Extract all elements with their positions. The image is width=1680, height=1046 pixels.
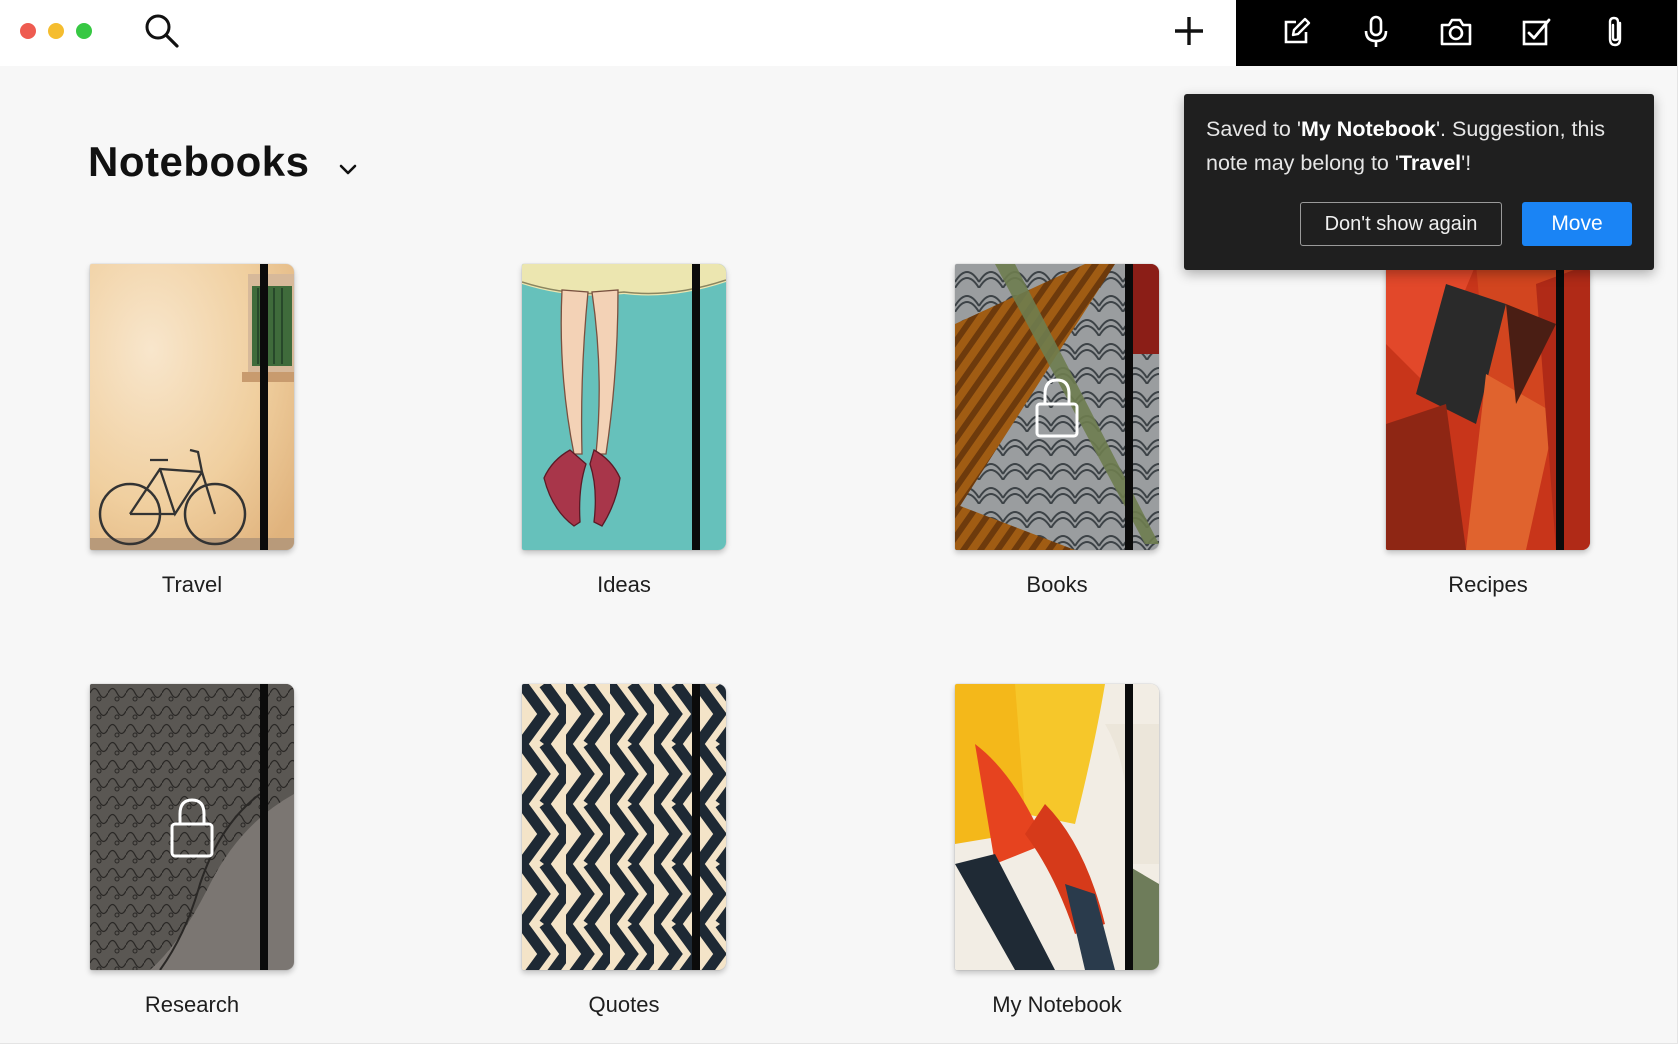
- checkbox-icon[interactable]: [1518, 14, 1554, 50]
- elastic-band: [1556, 264, 1564, 550]
- notebook-quotes[interactable]: Quotes: [522, 684, 822, 1024]
- notebook-cover[interactable]: [1386, 264, 1590, 550]
- notebook-cover[interactable]: [90, 684, 294, 970]
- elastic-band: [1125, 684, 1133, 970]
- notebook-label: Travel: [161, 572, 223, 597]
- notebook-label: Research: [144, 992, 240, 1017]
- elastic-band: [260, 684, 268, 970]
- notebook-label: Recipes: [1448, 572, 1528, 597]
- elastic-band: [260, 264, 268, 550]
- move-button[interactable]: Move: [1522, 202, 1632, 246]
- elastic-band: [692, 684, 700, 970]
- title-bar: [0, 0, 1677, 66]
- notebook-travel[interactable]: Travel: [90, 264, 390, 604]
- close-window-button[interactable]: [20, 23, 36, 39]
- toast-message: Saved to 'My Notebook'. Suggestion, this…: [1206, 117, 1605, 175]
- suggested-notebook-name: Travel: [1398, 151, 1462, 175]
- lock-icon: [1035, 378, 1079, 438]
- elastic-band: [692, 264, 700, 550]
- notebook-label: My Notebook: [992, 992, 1122, 1017]
- compose-icon[interactable]: [1278, 14, 1314, 50]
- saved-notebook-name: My Notebook: [1300, 117, 1436, 141]
- minimize-window-button[interactable]: [48, 23, 64, 39]
- zoom-window-button[interactable]: [76, 23, 92, 39]
- notebook-books[interactable]: Books: [955, 264, 1255, 604]
- notebook-my-notebook[interactable]: My Notebook: [955, 684, 1255, 1024]
- notebook-label: Quotes: [588, 992, 660, 1017]
- plus-icon[interactable]: [1170, 12, 1208, 50]
- dont-show-again-button[interactable]: Don't show again: [1300, 202, 1502, 246]
- notebook-research[interactable]: Research: [90, 684, 390, 1024]
- notebook-recipes[interactable]: Recipes: [1386, 264, 1677, 604]
- lock-icon: [170, 798, 214, 858]
- notebook-label: Books: [1026, 572, 1088, 597]
- chevron-down-icon[interactable]: [336, 157, 360, 181]
- notebook-cover[interactable]: [955, 684, 1159, 970]
- notebook-label: Ideas: [597, 572, 651, 597]
- app-window: Notebooks Travel Ideas Books Recipes Res…: [0, 0, 1678, 1044]
- camera-icon[interactable]: [1438, 14, 1474, 50]
- elastic-band: [1125, 264, 1133, 550]
- notebook-ideas[interactable]: Ideas: [522, 264, 822, 604]
- page-title: Notebooks: [88, 138, 310, 185]
- notebook-cover[interactable]: [522, 264, 726, 550]
- paperclip-icon[interactable]: [1598, 14, 1634, 50]
- notebook-cover[interactable]: [955, 264, 1159, 550]
- notebook-cover[interactable]: [522, 684, 726, 970]
- notebook-cover[interactable]: [90, 264, 294, 550]
- suggestion-toast: Saved to 'My Notebook'. Suggestion, this…: [1184, 94, 1654, 270]
- search-icon[interactable]: [144, 13, 180, 49]
- microphone-icon[interactable]: [1358, 14, 1394, 50]
- quick-note-toolbar: [1236, 0, 1677, 66]
